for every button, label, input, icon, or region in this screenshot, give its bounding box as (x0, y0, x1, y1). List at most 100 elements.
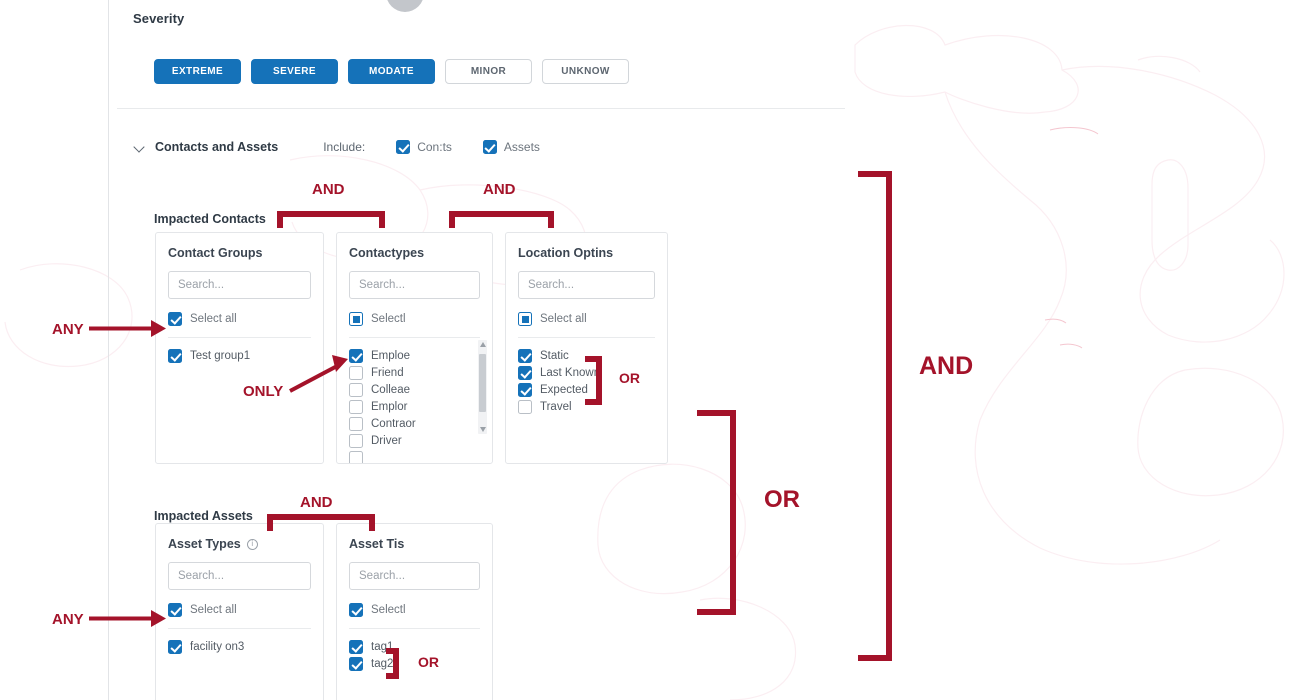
checkbox-icon[interactable] (518, 348, 532, 363)
checkbox-icon[interactable] (396, 140, 411, 154)
checkbox-icon[interactable] (349, 450, 363, 463)
checkbox-icon[interactable] (518, 399, 532, 414)
severity-section-divider (117, 108, 845, 109)
select-all-contact-types[interactable]: Selectl (349, 312, 492, 337)
severity-button-group: EXTREME SEVERE MODATE MINOR UNKNOW (154, 59, 629, 84)
select-all-label: Select all (190, 604, 237, 616)
select-all-location-options[interactable]: Select all (518, 312, 667, 337)
list-item-label: Expected (540, 383, 588, 396)
list-item[interactable]: Emploe (349, 347, 492, 364)
checkbox-icon[interactable] (349, 603, 363, 617)
checkbox-icon[interactable] (518, 365, 532, 380)
panel-location-options: Location Optins Search... Select all Sta… (505, 232, 668, 464)
list-item[interactable]: Driver (349, 432, 492, 449)
checkbox-icon[interactable] (168, 639, 182, 654)
select-all-asset-tags[interactable]: Selectl (349, 603, 492, 628)
search-input-asset-tags[interactable]: Search... (349, 562, 480, 590)
checkbox-icon[interactable] (518, 382, 532, 397)
annotation-label-and-contact-types: AND (483, 181, 516, 198)
filter-builder-screen: Severity EXTREME SEVERE MODATE MINOR UNK… (0, 0, 1300, 700)
annotation-bracket-and-contact-groups (277, 211, 385, 228)
list-item[interactable]: Colleae (349, 381, 492, 398)
list-item-label: Travel (540, 400, 572, 413)
checkbox-icon[interactable] (518, 312, 532, 326)
scroll-up-arrow-icon[interactable] (479, 342, 486, 347)
panel-contact-groups: Contact Groups Search... Select all Test… (155, 232, 324, 464)
panel-title-asset-tags: Asset Tis (349, 537, 405, 551)
left-panel-divider (108, 0, 109, 700)
list-item[interactable]: Friend (349, 364, 492, 381)
scrollbar-thumb[interactable] (479, 354, 486, 412)
list-item-label: Test group1 (190, 349, 251, 362)
checkbox-icon[interactable] (349, 639, 363, 654)
list-item-label: Driver (371, 434, 402, 447)
select-all-label: Selectl (371, 313, 406, 325)
panel-title-location-options: Location Optins (518, 246, 614, 260)
list-item[interactable]: Test group1 (168, 347, 323, 364)
impacted-assets-title: Impacted Assets (154, 509, 253, 523)
option-list-asset-tags: tag1 tag2 (337, 629, 492, 672)
annotation-any-contact-groups: ANY (52, 314, 170, 349)
list-item[interactable] (349, 449, 492, 463)
panel-title-asset-types: Asset Types i (168, 537, 323, 551)
checkbox-icon[interactable] (349, 348, 363, 363)
list-item-label: facility on3 (190, 640, 245, 653)
list-item[interactable]: facility on3 (168, 638, 323, 655)
option-list-contact-types: Emploe Friend Colleae Emplor Contraor Dr… (337, 338, 492, 463)
select-all-label: Select all (540, 313, 587, 325)
include-label: Include: (323, 140, 366, 154)
severity-button-severe[interactable]: SEVERE (251, 59, 338, 84)
checkbox-icon[interactable] (482, 140, 497, 154)
severity-button-moderate[interactable]: MODATE (348, 59, 435, 84)
search-input-asset-types[interactable]: Search... (168, 562, 311, 590)
info-icon[interactable]: i (246, 538, 258, 550)
select-all-asset-types[interactable]: Select all (168, 603, 323, 628)
contacts-and-assets-header: Contacts and Assets Include: Con:ts Asse… (134, 140, 540, 154)
list-item[interactable]: tag2 (349, 655, 492, 672)
checkbox-icon[interactable] (168, 348, 182, 363)
scrollbar-contact-types[interactable] (478, 340, 487, 434)
severity-label: Severity (133, 11, 185, 26)
checkbox-icon[interactable] (349, 433, 363, 448)
list-item-label: Friend (371, 366, 404, 379)
search-input-contact-types[interactable]: Search... (349, 271, 480, 299)
scroll-down-arrow-icon[interactable] (479, 427, 486, 432)
list-item-label: Static (540, 349, 569, 362)
annotation-bracket-or-sections (697, 410, 736, 615)
checkbox-icon[interactable] (168, 603, 182, 617)
annotation-label-and-asset-types: AND (300, 494, 333, 511)
impacted-contacts-title: Impacted Contacts (154, 212, 266, 226)
checkbox-icon[interactable] (168, 312, 182, 326)
annotation-label-and-contact-groups: AND (312, 181, 345, 198)
checkbox-icon[interactable] (349, 399, 363, 414)
panel-title-text: Asset Types (168, 537, 241, 551)
panel-contact-types: Contactypes Search... Selectl Emploe Fri… (336, 232, 493, 464)
checkbox-icon[interactable] (349, 365, 363, 380)
collapsed-panel-handle[interactable] (386, 0, 424, 12)
severity-button-extreme[interactable]: EXTREME (154, 59, 241, 84)
list-item-label: Emplor (371, 400, 408, 413)
list-item[interactable]: Emplor (349, 398, 492, 415)
select-all-label: Select all (190, 313, 237, 325)
include-contacts-checkbox[interactable]: Con:ts (396, 140, 452, 154)
search-input-contact-groups[interactable]: Search... (168, 271, 311, 299)
severity-button-minor[interactable]: MINOR (445, 59, 532, 84)
panel-title-contact-groups: Contact Groups (168, 246, 263, 260)
severity-button-unknown[interactable]: UNKNOW (542, 59, 629, 84)
checkbox-icon[interactable] (349, 416, 363, 431)
checkbox-icon[interactable] (349, 382, 363, 397)
annotation-bracket-or-asset-tags (386, 648, 399, 679)
chevron-down-icon[interactable] (134, 141, 146, 153)
include-assets-checkbox[interactable]: Assets (482, 140, 540, 154)
search-input-location-options[interactable]: Search... (518, 271, 655, 299)
select-all-contact-groups[interactable]: Select all (168, 312, 323, 337)
option-list-contact-groups: Test group1 (156, 338, 323, 364)
include-assets-label: Assets (503, 140, 540, 154)
list-item-label: Contraor (371, 417, 416, 430)
list-item[interactable]: Contraor (349, 415, 492, 432)
list-item[interactable]: tag1 (349, 638, 492, 655)
panel-asset-tags: Asset Tis Search... Selectl tag1 tag2 (336, 523, 493, 700)
checkbox-icon[interactable] (349, 312, 363, 326)
annotation-label-any-asset-types: ANY (52, 611, 84, 628)
checkbox-icon[interactable] (349, 656, 363, 671)
